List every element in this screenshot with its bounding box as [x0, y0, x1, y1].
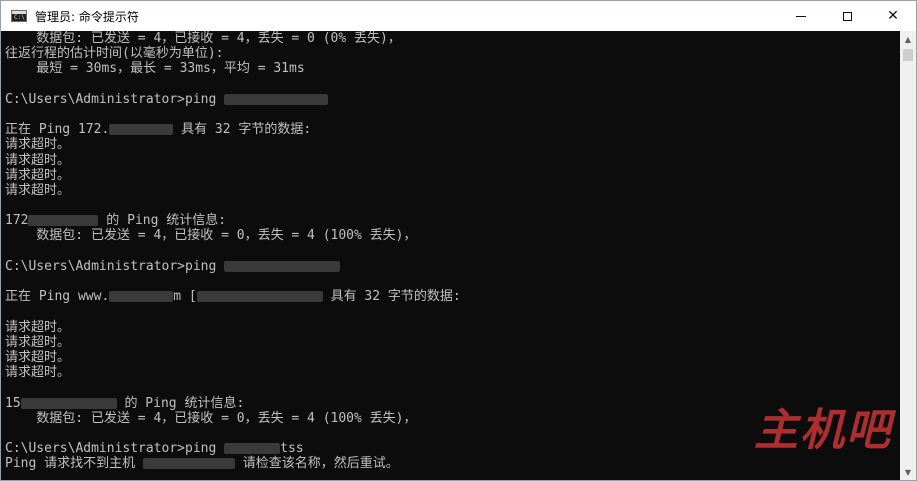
console-line: 请求超时。 — [5, 183, 461, 198]
redacted-block — [20, 397, 117, 409]
console-line: 请求超时。 — [5, 335, 461, 350]
scroll-up-icon[interactable]: ▲ — [900, 31, 916, 47]
console-line-text: 正在 Ping 172. — [5, 122, 110, 138]
console-line-text: 正在 Ping www. — [5, 289, 110, 305]
console-line-text: tss — [280, 441, 304, 457]
console-line: Ping 请求找不到主机 请检查该名称，然后重试。 — [5, 456, 461, 471]
scroll-down-icon[interactable]: ▼ — [900, 464, 916, 480]
redacted-block — [196, 291, 323, 303]
console-line-text: 请求超时。 — [5, 319, 71, 335]
redacted-block — [109, 124, 174, 136]
console-line: 172 的 Ping 统计信息: — [5, 213, 461, 228]
redacted-block — [224, 260, 341, 272]
console-line-text: C:\Users\Administrator>ping — [5, 91, 225, 107]
console-line-text: 最短 = 30ms，最长 = 33ms，平均 = 31ms — [5, 61, 305, 77]
cmd-app-icon[interactable]: C:\ — [11, 10, 27, 22]
console-line-text: 数据包: 已发送 = 4，已接收 = 0，丢失 = 4 (100% 丢失)， — [5, 228, 417, 244]
console-line: C:\Users\Administrator>ping tss — [5, 441, 461, 456]
console-line-text: 请求超时。 — [5, 182, 71, 198]
redacted-block — [28, 215, 99, 227]
window-controls: ✕ — [778, 1, 916, 31]
title-bar[interactable]: C:\ 管理员: 命令提示符 ✕ — [1, 1, 916, 31]
console-line-text: C:\Users\Administrator>ping — [5, 258, 225, 274]
console-line: 最短 = 30ms，最长 = 33ms，平均 = 31ms — [5, 61, 461, 76]
console-line: 正在 Ping 172. 具有 32 字节的数据: — [5, 122, 461, 137]
maximize-button[interactable] — [824, 1, 870, 31]
console-line: C:\Users\Administrator>ping — [5, 92, 461, 107]
console-line-text: 请求超时。 — [5, 152, 71, 168]
redacted-block — [109, 291, 174, 303]
minimize-icon — [796, 15, 806, 17]
console-line: 数据包: 已发送 = 4，已接收 = 0，丢失 = 4 (100% 丢失)， — [5, 411, 461, 426]
console-line: 数据包: 已发送 = 4，已接收 = 0，丢失 = 4 (100% 丢失)， — [5, 228, 461, 243]
redacted-block — [142, 458, 235, 470]
watermark-logo: 主机吧 — [754, 405, 892, 456]
close-button[interactable]: ✕ — [870, 1, 916, 31]
console-line-text: 172 — [5, 213, 29, 229]
console-line: C:\Users\Administrator>ping — [5, 259, 461, 274]
console-line: 往返行程的估计时间(以毫秒为单位): — [5, 46, 461, 61]
redacted-block — [224, 93, 329, 105]
maximize-icon — [842, 11, 852, 21]
console-line-text: 数据包: 已发送 = 4，已接收 = 0，丢失 = 4 (100% 丢失)， — [5, 410, 417, 426]
console-line-text: 请求超时。 — [5, 167, 71, 183]
console-line: 请求超时。 — [5, 153, 461, 168]
window-title: 管理员: 命令提示符 — [35, 9, 139, 24]
console-line-text: 请检查该名称，然后重试。 — [234, 456, 399, 472]
minimize-button[interactable] — [778, 1, 824, 31]
console-line: 请求超时。 — [5, 168, 461, 183]
scroll-thumb[interactable] — [903, 49, 913, 61]
console-line: 请求超时。 — [5, 137, 461, 152]
console-line-text: 请求超时。 — [5, 334, 71, 350]
console-line-text: 请求超时。 — [5, 349, 71, 365]
console-line-text: 的 Ping 统计信息: — [98, 213, 227, 229]
command-prompt-window: C:\ 管理员: 命令提示符 ✕ 数据包: 已发送 = 4，已接收 = 4，丢失… — [0, 0, 917, 481]
vertical-scrollbar[interactable]: ▲ ▼ — [900, 31, 916, 480]
console-line-text: m [ — [173, 289, 197, 305]
console-line-text: 具有 32 字节的数据: — [322, 289, 461, 305]
console-line: 15 的 Ping 统计信息: — [5, 396, 461, 411]
close-icon: ✕ — [887, 8, 899, 24]
console-line: 请求超时。 — [5, 320, 461, 335]
redacted-block — [224, 443, 281, 455]
console-line-text: C:\Users\Administrator>ping — [5, 441, 225, 457]
console-line-text: 具有 32 字节的数据: — [173, 122, 312, 138]
console-line-text: 15 — [5, 395, 21, 411]
console-line-text: 数据包: 已发送 = 4，已接收 = 4，丢失 = 0 (0% 丢失)， — [5, 31, 401, 46]
console-line-text: 的 Ping 统计信息: — [116, 395, 245, 411]
console-line: 请求超时。 — [5, 365, 461, 380]
console-line-text: 请求超时。 — [5, 365, 71, 381]
console-line: 正在 Ping www. m [ 具有 32 字节的数据: — [5, 289, 461, 304]
console-line-text: 请求超时。 — [5, 137, 71, 153]
console-line: 数据包: 已发送 = 4，已接收 = 4，丢失 = 0 (0% 丢失)， — [5, 31, 461, 46]
console-line: 请求超时。 — [5, 350, 461, 365]
console-line-text: 往返行程的估计时间(以毫秒为单位): — [5, 46, 224, 62]
console-lines: 数据包: 已发送 = 4，已接收 = 4，丢失 = 0 (0% 丢失)， 往返行程… — [5, 31, 461, 480]
console-line-text: Ping 请求找不到主机 — [5, 456, 143, 472]
